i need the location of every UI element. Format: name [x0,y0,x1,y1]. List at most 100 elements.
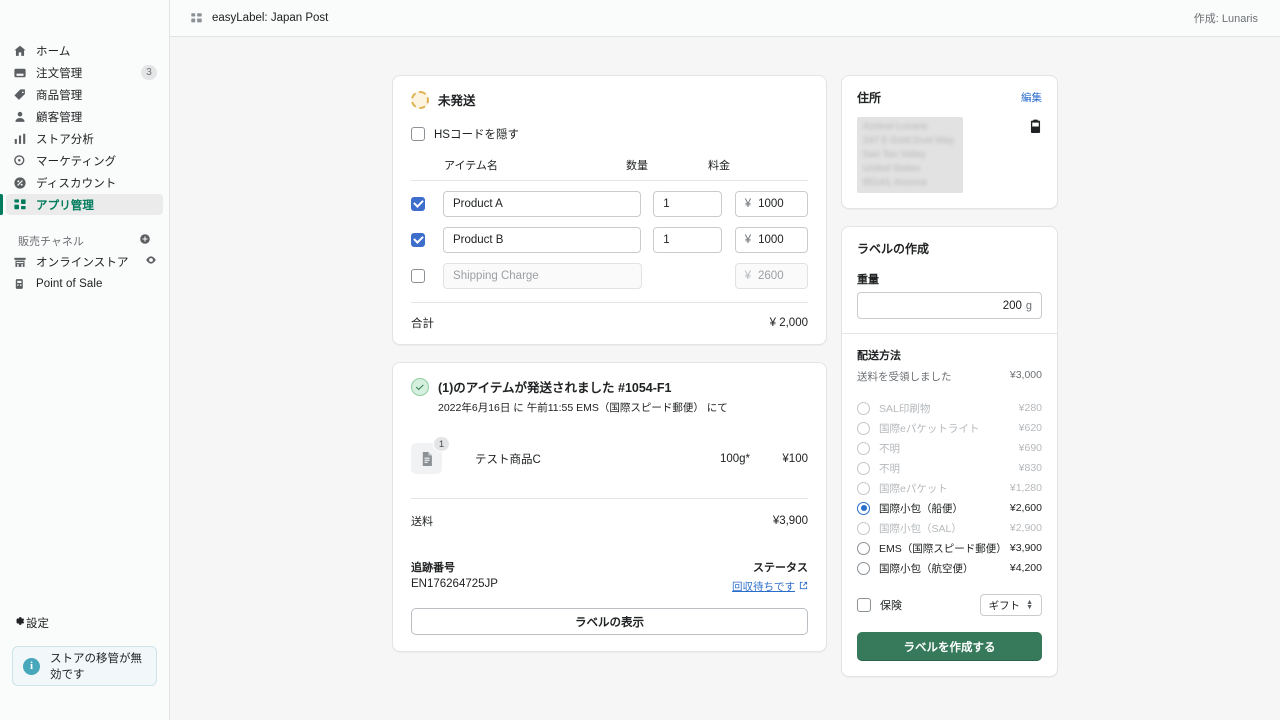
customers-icon [12,109,28,125]
gift-select-value: ギフト [988,599,1021,612]
chevron-updown-icon: ▲ ▼ [1026,599,1033,611]
sidebar-item-settings[interactable]: 設定 [6,612,163,634]
fulfilled-item-name: テスト商品C [475,453,541,466]
fulfilled-item-weight: 100g* [719,452,750,465]
sidebar-item-products[interactable]: 商品管理 [6,84,163,105]
radio-icon[interactable] [857,421,870,435]
sidebar-item-analytics[interactable]: ストア分析 [6,128,163,149]
shipping-method-option[interactable]: 国際eパケット ¥1,280 [857,478,1042,498]
home-icon [12,43,28,59]
row-checkbox[interactable] [411,197,425,211]
sidebar-item-online-store[interactable]: オンラインストア [6,251,163,272]
shipping-charge-fee-value: 2600 [758,270,784,282]
shipping-method-option[interactable]: 国際小包（SAL） ¥2,900 [857,518,1042,538]
sidebar-label: ディスカウント [36,177,117,190]
shipping-method-option-selected[interactable]: 国際小包（船便） ¥2,600 [857,498,1042,518]
eye-icon[interactable] [145,253,157,271]
info-icon: i [23,657,40,675]
total-row: 合計 ¥ 2,000 [411,302,808,344]
table-header-row: アイテム名 数量 料金 [411,157,808,181]
weight-input[interactable]: 200 g [857,292,1042,319]
clipboard-icon[interactable] [1029,119,1042,193]
radio-icon[interactable] [857,521,870,535]
item-fee-input[interactable]: ¥ 1000 [734,191,808,217]
view-label-button-text: ラベルの表示 [575,616,644,629]
item-name-input[interactable]: Product A [442,191,642,217]
weight-unit: g [1025,299,1032,312]
item-name-input[interactable]: Product B [442,227,642,253]
sidebar-item-home[interactable]: ホーム [6,40,163,61]
unfulfilled-status-header: 未発送 [411,90,808,109]
gift-select[interactable]: ギフト ▲ ▼ [979,594,1042,616]
method-label: 国際eパケット [879,482,948,495]
radio-icon[interactable] [857,481,870,495]
radio-icon[interactable] [857,401,870,415]
add-channel-icon[interactable] [139,232,151,250]
sidebar-item-apps[interactable]: アプリ管理 [0,194,163,215]
method-price: ¥620 [1018,422,1042,434]
shipping-method-radio-list: SAL印刷物 ¥280 国際eパケットライト ¥620 不明 ¥690 不明 ¥… [857,398,1042,578]
row-checkbox[interactable] [411,269,425,283]
method-price: ¥3,900 [1009,542,1042,554]
sidebar-item-point-of-sale[interactable]: Point of Sale [6,273,163,294]
app-author: 作成: Lunaris [1193,13,1258,25]
right-column: 住所 編集 Azdewi Lunaris 247 E Gold Dust Way… [841,75,1058,720]
sidebar-item-discounts[interactable]: ディスカウント [6,172,163,193]
address-card-header: 住所 編集 [857,89,1042,106]
shipping-charge-input[interactable]: Shipping Charge [443,263,642,289]
create-label-card: ラベルの作成 重量 200 g 配送方法 送料を受領しました ¥3,000 SA… [841,226,1058,677]
view-label-button[interactable]: ラベルの表示 [411,608,808,635]
shipping-fee-label: 送料 [411,516,433,528]
total-label: 合計 [411,318,434,330]
item-qty-badge: 1 [433,436,450,452]
shipping-method-option[interactable]: 不明 ¥690 [857,438,1042,458]
radio-icon[interactable] [857,501,870,515]
insurance-checkbox[interactable] [857,598,871,612]
sidebar-label: Point of Sale [36,277,103,290]
sidebar-item-marketing[interactable]: マーケティング [6,150,163,171]
radio-icon[interactable] [857,541,870,555]
method-price: ¥4,200 [1009,562,1042,574]
shipping-method-option[interactable]: 国際eパケットライト ¥620 [857,418,1042,438]
shipping-charge-fee-input[interactable]: ¥ 2600 [734,263,808,289]
item-fee-input[interactable]: ¥ 1000 [734,227,808,253]
store-transfer-notice[interactable]: i ストアの移管が無効です [12,646,157,686]
radio-icon[interactable] [857,561,870,575]
check-circle-icon [411,378,429,396]
address-edit-link[interactable]: 編集 [1021,90,1042,105]
item-qty-input[interactable]: 1 [653,191,722,217]
shipping-method-option[interactable]: SAL印刷物 ¥280 [857,398,1042,418]
item-qty-value: 1 [663,198,670,210]
pos-icon [12,276,28,292]
tracking-status-link[interactable]: 回収待ちです [732,579,808,594]
row-checkbox[interactable] [411,233,425,247]
method-label: EMS（国際スピード郵便） [879,542,1007,555]
hide-hs-code-checkbox[interactable] [411,127,425,141]
fulfilled-item-price: ¥100 [782,452,808,465]
item-qty-input[interactable]: 1 [653,227,722,253]
store-icon [12,254,28,270]
shipping-method-option[interactable]: 国際小包（航空便） ¥4,200 [857,558,1042,578]
radio-icon[interactable] [857,441,870,455]
insurance-label: 保険 [880,600,902,612]
shipping-method-option[interactable]: EMS（国際スピード郵便） ¥3,900 [857,538,1042,558]
orders-icon [12,65,28,81]
sidebar-item-orders[interactable]: 注文管理 3 [6,62,163,83]
tracking-number-value: EN176264725JP [411,578,498,590]
create-label-button[interactable]: ラベルを作成する [857,632,1042,661]
item-thumbnail: 1 [411,436,450,474]
sidebar-item-customers[interactable]: 顧客管理 [6,106,163,127]
currency-symbol: ¥ [744,270,752,282]
hide-hs-code-row[interactable]: HSコードを隠す [411,126,808,142]
method-price: ¥690 [1018,442,1042,454]
line-items-table: アイテム名 数量 料金 Product A 1 ¥ 1000 Product B… [411,157,808,289]
unfulfilled-card: 未発送 HSコードを隠す アイテム名 数量 料金 Product A 1 ¥ 1… [392,75,827,345]
shipping-method-option[interactable]: 不明 ¥830 [857,458,1042,478]
item-fee-value: 1000 [758,198,784,210]
method-label: 国際eパケットライト [879,422,980,435]
table-row: Product A 1 ¥ 1000 [411,191,808,217]
apps-grid-icon [190,12,203,25]
radio-icon[interactable] [857,461,870,475]
sidebar: ホーム 注文管理 3 商品管理 顧客管理 ストア分析 マーケティング ディスカウ… [0,0,170,720]
tracking-number-label: 追跡番号 [411,562,455,574]
